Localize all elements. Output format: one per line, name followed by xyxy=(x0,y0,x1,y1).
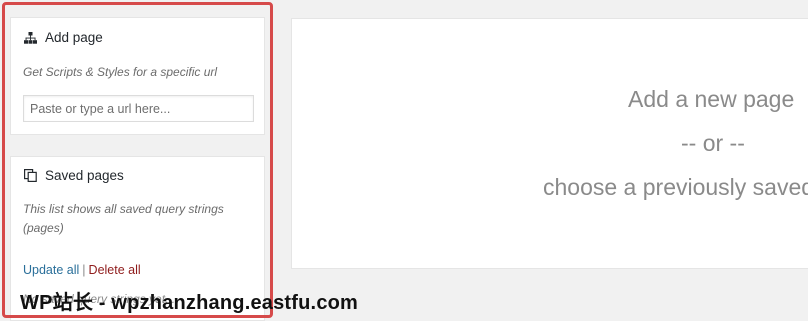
add-page-panel: Add page Get Scripts & Styles for a spec… xyxy=(10,17,265,135)
update-all-link[interactable]: Update all xyxy=(23,263,79,277)
saved-pages-description: This list shows all saved query strings … xyxy=(23,202,224,235)
add-page-description: Get Scripts & Styles for a specific url xyxy=(23,65,218,79)
saved-pages-header: Saved pages xyxy=(23,168,124,183)
screen: Add page Get Scripts & Styles for a spec… xyxy=(0,0,808,321)
main-placeholder-area: Add a new page -- or -- choose a previou… xyxy=(291,18,808,269)
saved-pages-title: Saved pages xyxy=(45,168,124,183)
url-input[interactable] xyxy=(23,95,254,122)
main-placeholder-line-add: Add a new page xyxy=(628,86,795,112)
watermark: WP站长 - wpzhanzhang.eastfu.com xyxy=(20,292,359,314)
delete-all-link[interactable]: Delete all xyxy=(89,263,141,277)
actions-separator: | xyxy=(82,263,86,277)
copy-pages-icon xyxy=(23,169,37,183)
add-page-header: Add page xyxy=(23,30,103,45)
add-page-title: Add page xyxy=(45,30,103,45)
saved-pages-actions: Update all | Delete all xyxy=(23,263,141,277)
main-placeholder-line-choose: choose a previously saved page xyxy=(543,174,808,200)
sitemap-icon xyxy=(23,31,37,45)
main-placeholder-line-or: -- or -- xyxy=(681,130,745,156)
